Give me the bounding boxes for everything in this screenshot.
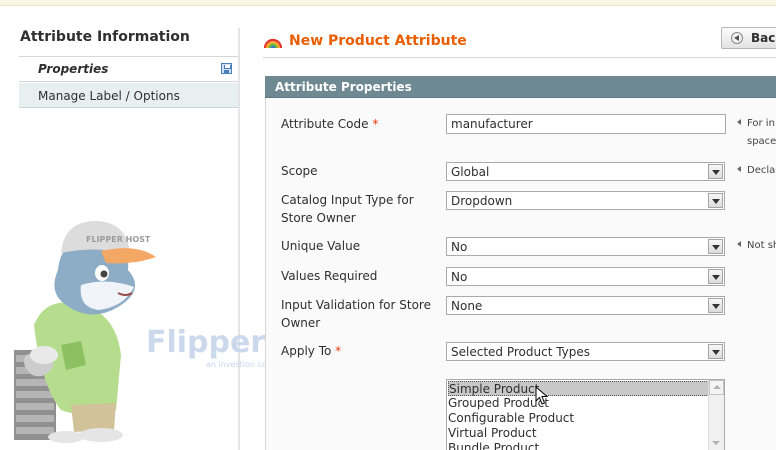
scroll-up-icon[interactable] <box>709 380 724 395</box>
chevron-down-icon[interactable] <box>708 193 723 208</box>
required-marker: * <box>335 344 342 358</box>
attribute-code-note: For in space <box>737 115 776 151</box>
sidebar-item-label: Properties <box>38 62 109 76</box>
back-button-label: Back <box>751 31 776 45</box>
apply-to-label: Apply To * <box>281 344 342 358</box>
fieldset-title: Attribute Properties <box>275 80 412 94</box>
mascot-watermark-image: FLIPPER HOST FlipperHost an investion co… <box>14 220 296 443</box>
save-icon <box>221 63 232 74</box>
unique-value-selected-value: No <box>451 240 468 254</box>
back-arrow-icon <box>731 32 743 44</box>
top-bar <box>0 0 776 6</box>
note-arrow-icon <box>737 166 741 172</box>
unique-value-select[interactable]: No <box>446 237 725 256</box>
scope-label: Scope <box>281 164 318 178</box>
scope-selected-value: Global <box>451 165 490 179</box>
catalog-input-type-select[interactable]: Dropdown <box>446 191 725 210</box>
values-required-select[interactable]: No <box>446 267 725 286</box>
unique-value-label: Unique Value <box>281 239 361 253</box>
chevron-down-icon[interactable] <box>708 164 723 179</box>
sidebar-item-label: Manage Label / Options <box>38 89 180 103</box>
sidebar-item-manage-label-options[interactable]: Manage Label / Options <box>19 83 240 108</box>
chevron-down-icon[interactable] <box>708 298 723 313</box>
chevron-down-icon[interactable] <box>708 269 723 284</box>
rainbow-icon <box>264 38 282 49</box>
note-arrow-icon <box>737 241 741 247</box>
required-marker: * <box>372 117 379 131</box>
input-validation-label: Input Validation for Store Owner <box>281 298 431 330</box>
product-type-option-virtual[interactable]: Virtual Product <box>448 426 709 441</box>
input-validation-select[interactable]: None <box>446 296 725 315</box>
svg-text:FLIPPER HOST: FLIPPER HOST <box>86 235 151 244</box>
product-type-option-configurable[interactable]: Configurable Product <box>448 411 709 426</box>
apply-to-selected-value: Selected Product Types <box>451 345 591 359</box>
catalog-input-type-label: Catalog Input Type for Store Owner <box>281 193 414 225</box>
multiselect-scrollbar[interactable] <box>708 380 724 450</box>
product-type-option-bundle[interactable]: Bundle Product <box>448 441 709 450</box>
scope-select[interactable]: Global <box>446 162 725 181</box>
scope-note: Decla <box>737 162 775 180</box>
chevron-down-icon[interactable] <box>708 239 723 254</box>
sidebar-title: Attribute Information <box>20 29 190 45</box>
apply-to-select[interactable]: Selected Product Types <box>446 342 725 361</box>
page-title: New Product Attribute <box>289 33 467 49</box>
input-validation-selected-value: None <box>451 299 483 313</box>
values-required-selected-value: No <box>451 270 468 284</box>
fieldset-header: Attribute Properties <box>265 76 776 98</box>
catalog-input-type-selected-value: Dropdown <box>451 194 513 208</box>
product-types-multiselect[interactable]: Simple Product Grouped Product Configura… <box>446 379 725 450</box>
sidebar: Attribute Information Properties Manage … <box>19 29 240 108</box>
mouse-cursor-icon <box>535 386 549 405</box>
attribute-code-label: Attribute Code * <box>281 117 379 131</box>
unique-value-note: Not sh <box>737 237 776 255</box>
page-header: New Product Attribute <box>263 28 776 58</box>
product-type-option-grouped[interactable]: Grouped Product <box>448 396 709 411</box>
chevron-down-icon[interactable] <box>708 344 723 359</box>
product-type-option-simple[interactable]: Simple Product <box>448 381 709 396</box>
attribute-code-input[interactable]: manufacturer <box>446 114 726 134</box>
scroll-down-icon[interactable] <box>709 438 724 450</box>
values-required-label: Values Required <box>281 269 378 283</box>
back-button[interactable]: Back <box>721 27 776 49</box>
sidebar-item-properties[interactable]: Properties <box>19 57 240 82</box>
note-arrow-icon <box>737 119 741 125</box>
